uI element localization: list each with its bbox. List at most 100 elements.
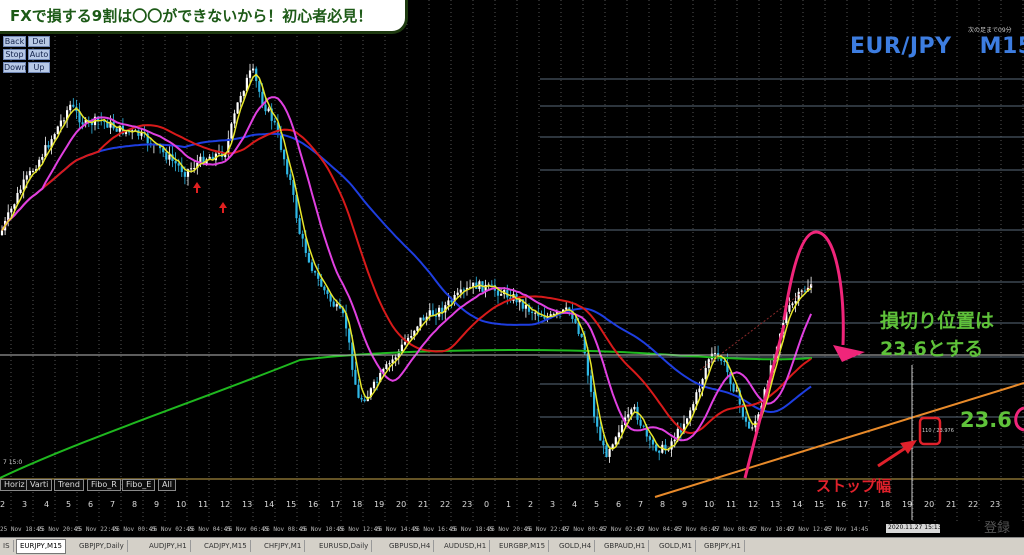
stop-label: ストップ幅 xyxy=(816,477,892,495)
hour-label: 16 xyxy=(308,500,319,509)
up-arrow-icon xyxy=(193,182,201,193)
candle-body xyxy=(593,391,596,417)
hour-label: 18 xyxy=(880,500,891,509)
candle-body xyxy=(648,436,651,440)
candle-body xyxy=(608,449,611,457)
symbol-tab[interactable]: EURUSD,Daily xyxy=(316,540,373,552)
candle-body xyxy=(698,388,701,393)
candle-body xyxy=(596,416,599,427)
up-button[interactable]: Up xyxy=(28,62,50,73)
candle-body xyxy=(242,91,245,96)
tool-varti-button[interactable]: Varti xyxy=(26,479,53,491)
measure-label: 110 / 23.976 xyxy=(922,428,954,434)
hour-label: 3 xyxy=(550,500,556,509)
symbol-tab[interactable]: AUDJPY,H1 xyxy=(146,540,191,552)
tool-trend-button[interactable]: Trend xyxy=(54,479,84,491)
symbol-tab[interactable]: EURGBP,M15 xyxy=(496,540,550,552)
candle-body xyxy=(686,418,689,424)
candle-body xyxy=(264,104,267,112)
symbol-tab[interactable]: EURJPY,M15 xyxy=(16,539,66,554)
hour-label: 23 xyxy=(990,500,1001,509)
candle-body xyxy=(791,303,794,306)
candle-body xyxy=(41,157,44,160)
candle-body xyxy=(403,342,407,345)
candle-body xyxy=(459,289,462,293)
tool-horiz-button[interactable]: Horiz xyxy=(0,479,29,491)
hour-label: 21 xyxy=(946,500,957,509)
candle-body xyxy=(320,278,323,287)
candle-body xyxy=(419,317,422,327)
candle-body xyxy=(394,357,397,360)
symbol-tab[interactable]: GBPAUD,H1 xyxy=(601,540,650,552)
hour-label: 11 xyxy=(726,500,737,509)
hour-label: 11 xyxy=(198,500,209,509)
x-axis-label: 27 Nov 14:45 xyxy=(825,526,869,533)
symbol-tab[interactable]: GBPJPY,Daily xyxy=(76,540,128,552)
countdown-label: 次の足まで09分 xyxy=(968,27,1012,34)
highlight-arrow-head xyxy=(833,345,865,362)
auto-button[interactable]: Auto xyxy=(28,49,50,60)
candle-body xyxy=(744,416,748,422)
candle-body xyxy=(400,344,403,352)
hour-label: 8 xyxy=(660,500,666,509)
symbol-tab[interactable]: GBPUSD,H4 xyxy=(386,540,435,552)
candle-body xyxy=(267,108,270,112)
candle-body xyxy=(524,304,527,309)
ma-yellow-line xyxy=(1,73,812,451)
hour-label: 17 xyxy=(858,500,869,509)
candle-body xyxy=(248,70,252,78)
tool-fibo-r-button[interactable]: Fibo_R xyxy=(87,479,121,491)
candle-body xyxy=(252,68,255,71)
hour-label: 12 xyxy=(220,500,231,509)
down-button[interactable]: Down xyxy=(3,62,27,73)
left-small-label: 7 15:0 xyxy=(3,459,23,466)
candle-body xyxy=(614,437,617,445)
symbol-tab[interactable]: CADJPY,M15 xyxy=(201,540,251,552)
pink-rise-line xyxy=(743,324,786,479)
symbol-tab[interactable]: CHFJPY,M1 xyxy=(261,540,306,552)
candle-body xyxy=(273,120,276,123)
symbol-tab[interactable]: GOLD,M1 xyxy=(656,540,696,552)
candle-body xyxy=(81,122,84,125)
symbol-tab[interactable]: IS xyxy=(0,540,14,552)
price-chart[interactable] xyxy=(0,0,1024,554)
candle-body xyxy=(723,360,726,363)
del-button[interactable]: Del xyxy=(28,36,50,47)
candle-body xyxy=(627,414,630,418)
hour-label: 9 xyxy=(154,500,160,509)
symbol-tab[interactable]: GOLD,H4 xyxy=(556,540,596,552)
candle-body xyxy=(115,128,118,132)
candle-body xyxy=(490,284,493,286)
hour-label: 20 xyxy=(396,500,407,509)
candle-body xyxy=(323,286,326,291)
tool-all-button[interactable]: All xyxy=(158,479,176,491)
candle-body xyxy=(258,81,261,92)
tool-fibo-e-button[interactable]: Fibo_E xyxy=(122,479,156,491)
hour-label: 5 xyxy=(66,500,72,509)
highlight-curve xyxy=(782,230,845,346)
candle-body xyxy=(165,152,168,160)
candle-body xyxy=(239,95,242,103)
hour-label: 22 xyxy=(968,500,979,509)
candle-body xyxy=(385,364,388,369)
candle-body xyxy=(651,439,655,445)
ma-red-line xyxy=(1,124,812,435)
candle-body xyxy=(422,317,425,321)
candle-body xyxy=(376,381,379,383)
candle-body xyxy=(388,363,391,365)
back-button[interactable]: Back xyxy=(3,36,26,47)
candle-body xyxy=(447,300,450,306)
up-arrow-icon xyxy=(219,202,227,213)
candle-body xyxy=(735,390,738,392)
candle-body xyxy=(298,218,301,234)
symbol-tab[interactable]: AUDUSD,H1 xyxy=(441,540,491,552)
candle-body xyxy=(707,359,710,368)
candle-body xyxy=(713,353,717,355)
symbol-tab[interactable]: GBPJPY,H1 xyxy=(701,540,745,552)
candle-body xyxy=(59,120,62,127)
candle-body xyxy=(314,270,317,273)
stop-button[interactable]: Stop xyxy=(3,49,26,60)
candle-body xyxy=(286,159,289,175)
hour-label: 7 xyxy=(110,500,116,509)
hour-label: 8 xyxy=(132,500,138,509)
